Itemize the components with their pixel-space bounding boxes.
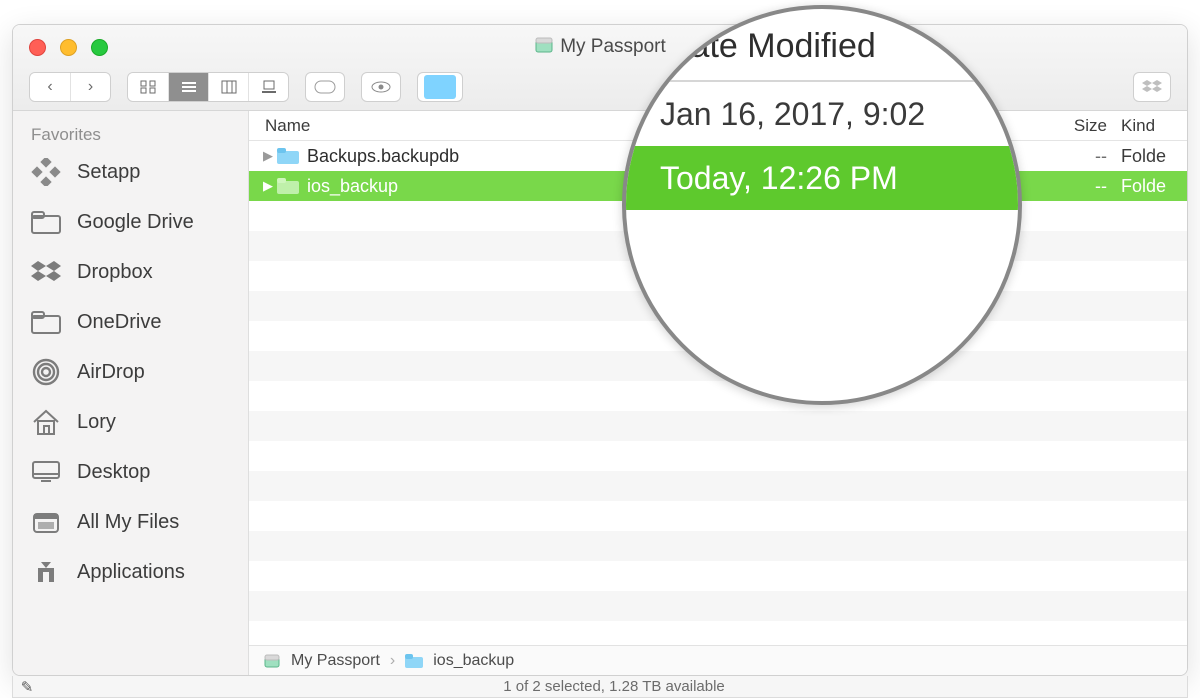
sidebar-item-onedrive[interactable]: OneDrive (13, 297, 248, 347)
column-kind[interactable]: Kind (1121, 116, 1187, 136)
home-icon (29, 407, 63, 437)
sidebar-item-label: Dropbox (77, 261, 153, 284)
file-size: -- (1037, 176, 1121, 197)
disclosure-triangle-icon[interactable]: ▶ (261, 148, 275, 164)
disk-icon (263, 652, 281, 670)
sidebar-item-label: OneDrive (77, 311, 161, 334)
tag-button[interactable] (305, 72, 345, 102)
sidebar-item-applications[interactable]: Applications (13, 547, 248, 597)
folder-icon (275, 178, 301, 194)
airdrop-icon (29, 357, 63, 387)
file-size: -- (1037, 146, 1121, 167)
sidebar-item-all-my-files[interactable]: All My Files (13, 497, 248, 547)
disk-icon (534, 35, 554, 55)
magnifier-header: Date Modified (626, 9, 1018, 82)
forward-button[interactable]: › (70, 73, 110, 101)
sidebar-item-label: Desktop (77, 461, 150, 484)
empty-row (249, 531, 1187, 561)
view-switcher (127, 72, 289, 102)
folder-icon (275, 148, 301, 164)
sidebar-item-label: AirDrop (77, 361, 145, 384)
folder-icon (29, 307, 63, 337)
sidebar-item-airdrop[interactable]: AirDrop (13, 347, 248, 397)
sidebar-item-label: Setapp (77, 161, 140, 184)
dropbox-icon (29, 257, 63, 287)
column-size[interactable]: Size (1037, 116, 1121, 136)
desktop-icon (29, 457, 63, 487)
new-folder-button[interactable] (417, 72, 463, 102)
empty-row (249, 501, 1187, 531)
empty-row (249, 561, 1187, 591)
sidebar-item-label: Google Drive (77, 211, 194, 234)
path-separator: › (390, 652, 395, 670)
empty-row (249, 441, 1187, 471)
sidebar-item-lory[interactable]: Lory (13, 397, 248, 447)
dropbox-toolbar-icon[interactable] (1133, 72, 1171, 102)
quicklook-button[interactable] (361, 72, 401, 102)
sidebar: Favorites Setapp Google Drive Dropbox OneDr… (13, 111, 249, 675)
back-button[interactable]: ‹ (30, 73, 70, 101)
file-kind: Folde (1121, 176, 1187, 197)
sidebar-item-label: All My Files (77, 511, 179, 534)
edit-icon[interactable]: ✎ (13, 678, 41, 696)
sidebar-item-label: Lory (77, 411, 116, 434)
view-columns-button[interactable] (208, 73, 248, 101)
sidebar-item-desktop[interactable]: Desktop (13, 447, 248, 497)
disclosure-triangle-icon[interactable]: ▶ (261, 178, 275, 194)
empty-row (249, 411, 1187, 441)
magnifier-overlay: Date Modified Jan 16, 2017, 9:02 Today, … (622, 5, 1022, 405)
path-leaf[interactable]: ios_backup (433, 652, 514, 670)
folder-icon (29, 207, 63, 237)
allfiles-icon (29, 507, 63, 537)
nav-back-forward: ‹ › (29, 72, 111, 102)
folder-icon (424, 75, 456, 99)
sidebar-item-dropbox[interactable]: Dropbox (13, 247, 248, 297)
empty-row (249, 591, 1187, 621)
view-list-button[interactable] (168, 73, 208, 101)
path-bar: My Passport › ios_backup (249, 645, 1187, 675)
favorites-heading: Favorites (13, 119, 248, 147)
empty-row (249, 471, 1187, 501)
apps-icon (29, 557, 63, 587)
sidebar-item-setapp[interactable]: Setapp (13, 147, 248, 197)
file-kind: Folde (1121, 146, 1187, 167)
file-name: ios_backup (301, 176, 398, 197)
path-root[interactable]: My Passport (291, 652, 380, 670)
status-bar: ✎ 1 of 2 selected, 1.28 TB available (12, 676, 1188, 698)
file-name: Backups.backupdb (301, 146, 459, 167)
status-text: 1 of 2 selected, 1.28 TB available (41, 678, 1187, 695)
view-icon-grid-button[interactable] (128, 73, 168, 101)
folder-icon (405, 654, 423, 668)
sidebar-item-label: Applications (77, 561, 185, 584)
magnifier-row-2: Today, 12:26 PM (626, 146, 1018, 210)
sidebar-item-google-drive[interactable]: Google Drive (13, 197, 248, 247)
setapp-icon (29, 157, 63, 187)
view-gallery-button[interactable] (248, 73, 288, 101)
magnifier-row-1: Jan 16, 2017, 9:02 (626, 82, 1018, 146)
